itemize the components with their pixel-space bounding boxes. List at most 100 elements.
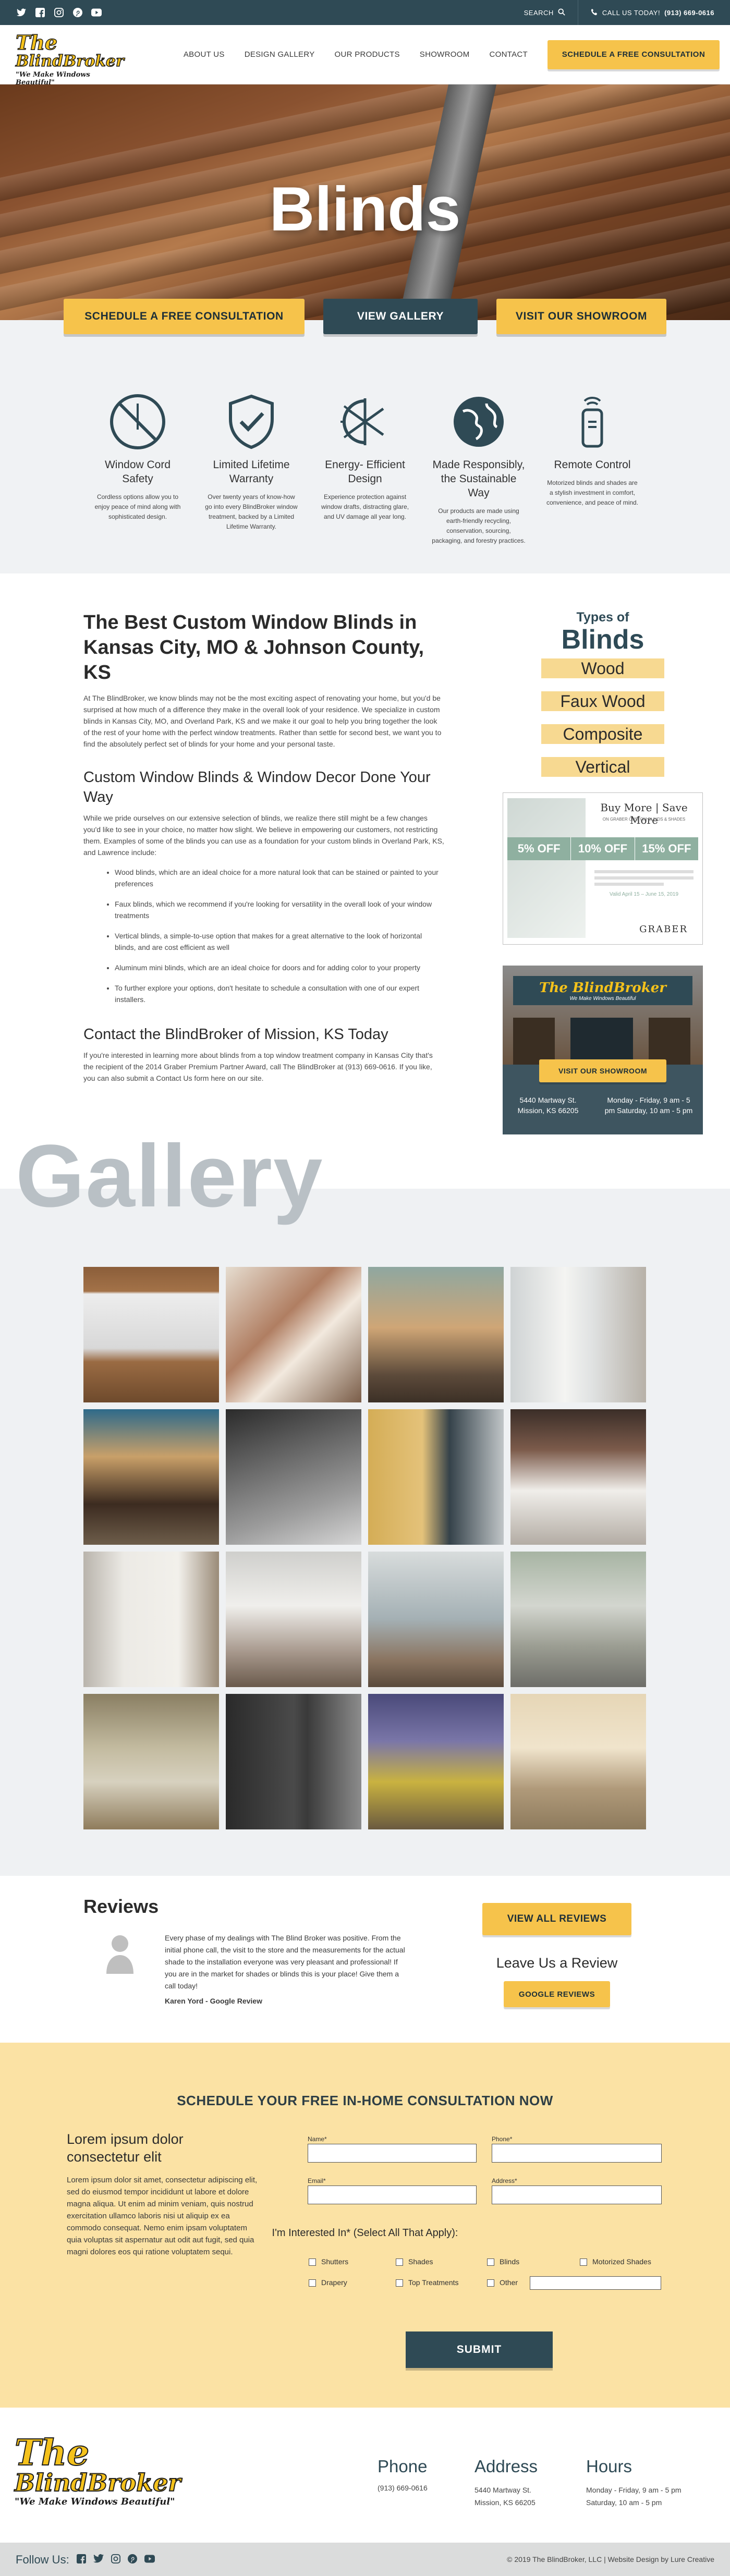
instagram-icon[interactable]: [53, 7, 65, 18]
drapery-checkbox[interactable]: [309, 2279, 316, 2287]
types-label: Types of: [576, 610, 629, 625]
nav-about[interactable]: ABOUT US: [184, 50, 225, 59]
gallery-image[interactable]: [368, 1694, 504, 1829]
logo-line1: The: [15, 30, 58, 54]
call-number: (913) 669-0616: [664, 8, 714, 17]
search-link[interactable]: SEARCH: [524, 8, 565, 17]
call-us[interactable]: CALL US TODAY! (913) 669-0616: [591, 8, 714, 17]
type-link-composite[interactable]: Composite: [541, 724, 664, 744]
shield-check-icon: [223, 393, 280, 450]
list-item: Faux blinds, which we recommend if you'r…: [115, 898, 444, 921]
gallery-image[interactable]: [510, 1409, 646, 1545]
submit-button[interactable]: SUBMIT: [406, 2331, 553, 2368]
phone-field[interactable]: [492, 2144, 662, 2163]
features-section: Window Cord Safety Cordless options allo…: [0, 320, 730, 573]
gallery-image[interactable]: [510, 1552, 646, 1687]
gallery-image[interactable]: [226, 1552, 361, 1687]
footer-phone[interactable]: (913) 669-0616: [378, 2484, 428, 2492]
promo-window-image: [507, 798, 586, 938]
logo-line2: BlindBroker: [15, 52, 124, 71]
feature-remote: Remote Control Motorized blinds and shad…: [545, 393, 639, 573]
nav-contact[interactable]: CONTACT: [490, 50, 528, 59]
pinterest-icon[interactable]: [72, 7, 83, 18]
twitter-icon[interactable]: [16, 7, 27, 18]
blinds-option: Blinds: [500, 2257, 520, 2266]
gallery-image[interactable]: [226, 1694, 361, 1829]
nav-consultation-button[interactable]: SCHEDULE A FREE CONSULTATION: [548, 40, 720, 69]
social-links: [16, 7, 102, 18]
footer-address-heading: Address: [475, 2457, 538, 2476]
gallery-image[interactable]: [368, 1267, 504, 1402]
shutters-checkbox[interactable]: [309, 2258, 316, 2266]
gallery-image[interactable]: [226, 1267, 361, 1402]
nav-showroom[interactable]: SHOWROOM: [420, 50, 470, 59]
view-all-reviews-button[interactable]: VIEW ALL REVIEWS: [482, 1903, 631, 1935]
facebook-icon[interactable]: [76, 2554, 86, 2566]
type-link-vertical[interactable]: Vertical: [541, 757, 664, 777]
footer-address: 5440 Martway St. Mission, KS 66205: [475, 2486, 536, 2507]
shutters-option: Shutters: [321, 2257, 349, 2266]
footer-hours-heading: Hours: [586, 2457, 632, 2476]
youtube-icon[interactable]: [144, 2555, 155, 2566]
email-field[interactable]: [308, 2186, 477, 2204]
gallery-image[interactable]: [83, 1409, 219, 1545]
footer-logo[interactable]: The BlindBroker "We Make Windows Beautif…: [14, 2435, 202, 2507]
top-bar: SEARCH CALL US TODAY! (913) 669-0616: [0, 0, 730, 25]
logo-tagline: "We Make Windows Beautiful": [16, 70, 90, 87]
feature-text: Cordless options allow you to enjoy peac…: [94, 493, 181, 520]
other-field[interactable]: [530, 2276, 661, 2290]
consultation-section: SCHEDULE YOUR FREE IN-HOME CONSULTATION …: [0, 2043, 730, 2408]
blinds-checkbox[interactable]: [487, 2258, 494, 2266]
nav-products[interactable]: OUR PRODUCTS: [335, 50, 400, 59]
consultation-title: SCHEDULE YOUR FREE IN-HOME CONSULTATION …: [177, 2093, 553, 2108]
motorized-checkbox[interactable]: [580, 2258, 587, 2266]
twitter-icon[interactable]: [93, 2554, 104, 2566]
name-label: Name*: [308, 2135, 327, 2143]
youtube-icon[interactable]: [91, 7, 102, 18]
gallery-image[interactable]: [226, 1409, 361, 1545]
footer-bottom-bar: Follow Us: © 2019 The BlindBroker, LLC |…: [0, 2543, 730, 2576]
footer: The BlindBroker "We Make Windows Beautif…: [0, 2408, 730, 2556]
promo-title: Buy More | Save More: [600, 801, 688, 826]
gallery-image[interactable]: [83, 1267, 219, 1402]
avatar-icon: [105, 1933, 135, 1977]
gallery-image[interactable]: [83, 1694, 219, 1829]
footer-logo-tagline: "We Make Windows Beautiful": [15, 2496, 175, 2507]
gallery-image[interactable]: [510, 1267, 646, 1402]
list-item: To further explore your options, don't h…: [115, 982, 444, 1005]
gallery-image[interactable]: [83, 1552, 219, 1687]
gallery-image[interactable]: [510, 1694, 646, 1829]
gallery-grid: [83, 1267, 646, 1829]
logo[interactable]: The BlindBroker "We Make Windows Beautif…: [15, 30, 124, 86]
hero-gallery-button[interactable]: VIEW GALLERY: [323, 299, 478, 334]
graber-promo-ad[interactable]: Buy More | Save More ON GRABER CUSTOM BL…: [503, 792, 703, 945]
top-treatments-checkbox[interactable]: [396, 2279, 403, 2287]
phone-label: Phone*: [492, 2135, 513, 2143]
type-link-wood[interactable]: Wood: [541, 658, 664, 678]
hero-showroom-button[interactable]: VISIT OUR SHOWROOM: [496, 299, 666, 334]
gallery-image[interactable]: [368, 1409, 504, 1545]
other-option: Other: [500, 2278, 518, 2287]
list-item: Aluminum mini blinds, which are an ideal…: [115, 962, 444, 973]
phone-icon: [591, 8, 598, 17]
instagram-icon[interactable]: [111, 2554, 120, 2566]
feature-text: Over twenty years of know-how go into ev…: [205, 493, 298, 530]
other-checkbox[interactable]: [487, 2279, 494, 2287]
contact-heading: Contact the BlindBroker of Mission, KS T…: [83, 1026, 388, 1043]
section-paragraph: While we pride ourselves on our extensiv…: [83, 814, 444, 857]
blind-types-list: Wood blinds, which are an ideal choice f…: [115, 866, 444, 1005]
contact-paragraph: If you're interested in learning more ab…: [83, 1051, 433, 1082]
shades-checkbox[interactable]: [396, 2258, 403, 2266]
address-field[interactable]: [492, 2186, 662, 2204]
google-reviews-button[interactable]: GOOGLE REVIEWS: [504, 1981, 610, 2007]
feature-title: Window Cord Safety: [104, 459, 171, 485]
showroom-ad-button[interactable]: VISIT OUR SHOWROOM: [539, 1059, 666, 1082]
nav-design-gallery[interactable]: DESIGN GALLERY: [245, 50, 315, 59]
facebook-icon[interactable]: [34, 7, 46, 18]
hero-consultation-button[interactable]: SCHEDULE A FREE CONSULTATION: [64, 299, 305, 334]
promo-offer: 10% OFF: [571, 837, 635, 860]
gallery-image[interactable]: [368, 1552, 504, 1687]
name-field[interactable]: [308, 2144, 477, 2163]
pinterest-icon[interactable]: [127, 2554, 137, 2566]
type-link-faux-wood[interactable]: Faux Wood: [541, 691, 664, 711]
